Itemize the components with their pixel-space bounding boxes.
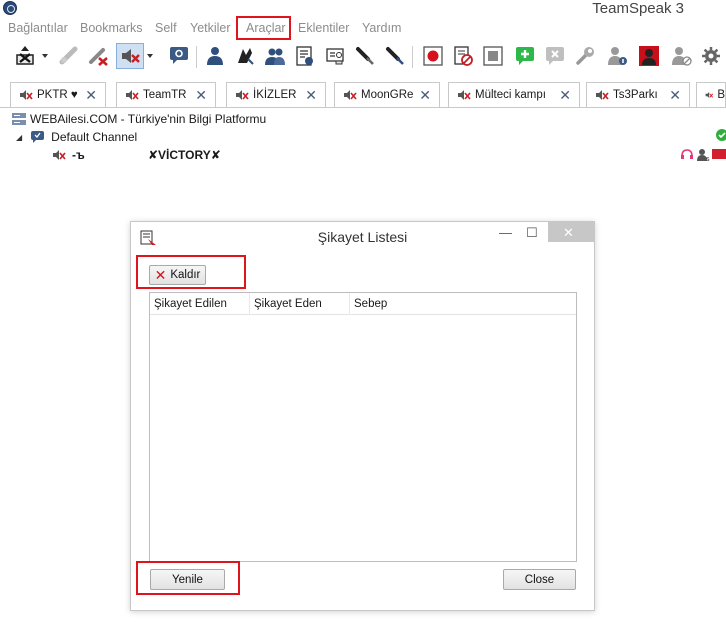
file-transfer-icon[interactable] xyxy=(352,43,378,69)
title-bar: TeamSpeak 3 xyxy=(0,0,726,18)
settings-tool-icon[interactable] xyxy=(572,43,598,69)
tab-server[interactable]: B xyxy=(696,82,726,107)
stop-icon[interactable] xyxy=(480,43,506,69)
menu-self[interactable]: Self xyxy=(155,21,177,35)
disconnect-icon[interactable] xyxy=(56,43,82,69)
complaint-icon[interactable] xyxy=(450,43,476,69)
permission-off-icon[interactable] xyxy=(668,43,694,69)
server-group-icon: s xyxy=(697,148,711,165)
connect-dropdown-arrow-icon[interactable] xyxy=(42,54,48,58)
add-icon[interactable] xyxy=(512,43,538,69)
download-icon[interactable] xyxy=(382,43,408,69)
toolbar xyxy=(0,40,726,74)
tab-label: İKİZLER xyxy=(253,89,297,101)
server-info-icon[interactable] xyxy=(292,43,318,69)
muted-speaker-icon xyxy=(126,90,139,100)
muted-speaker-icon xyxy=(344,90,357,100)
close-icon[interactable]: ✕ xyxy=(563,225,574,241)
connect-icon[interactable] xyxy=(12,43,38,69)
record-icon[interactable] xyxy=(420,43,446,69)
client-name: ✘VİCTORY✘ xyxy=(148,148,221,162)
gear-icon[interactable] xyxy=(698,43,724,69)
svg-text:s: s xyxy=(706,155,710,162)
server-icon xyxy=(12,113,26,125)
server-row[interactable]: WEBAilesi.COM - Türkiye'nin Bilgi Platfo… xyxy=(12,111,266,127)
toolbar-separator xyxy=(196,46,197,68)
ban-list-icon[interactable] xyxy=(232,43,258,69)
tab-server[interactable]: Mülteci kampı ✕ xyxy=(448,82,580,107)
tab-label: Mülteci kampı xyxy=(475,89,546,101)
minimize-icon[interactable]: — xyxy=(499,225,512,240)
column-header-reported[interactable]: Şikayet Edilen xyxy=(150,293,250,315)
tab-server[interactable]: TeamTR ✕ xyxy=(116,82,216,107)
column-header-reporter[interactable]: Şikayet Eden xyxy=(250,293,350,315)
tab-close-icon[interactable]: ✕ xyxy=(559,87,571,104)
channel-ok-icon xyxy=(716,129,726,144)
tab-label: MoonGRe xyxy=(361,89,414,101)
country-flag-icon xyxy=(712,149,726,159)
tab-close-icon[interactable]: ✕ xyxy=(305,87,317,104)
channel-row[interactable]: ◢ Default Channel xyxy=(16,129,137,145)
remove-button-highlight xyxy=(136,255,246,289)
server-tabs: PKTR ♥ ✕ TeamTR ✕ İKİZLER ✕ MoonGRe ✕ Mü… xyxy=(0,80,726,108)
remove-icon[interactable] xyxy=(542,43,568,69)
tab-close-icon[interactable]: ✕ xyxy=(85,87,97,104)
tab-label: PKTR ♥ xyxy=(37,89,78,101)
tab-close-icon[interactable]: ✕ xyxy=(669,87,681,104)
tab-label: TeamTR xyxy=(143,89,187,101)
muted-speaker-icon xyxy=(458,90,471,100)
menu-plugins[interactable]: Eklentiler xyxy=(298,21,349,35)
dialog-title-bar: Şikayet Listesi — ☐ ✕ xyxy=(131,222,594,252)
app-title: TeamSpeak 3 xyxy=(592,0,684,17)
contacts-icon[interactable] xyxy=(202,43,228,69)
channel-icon xyxy=(31,131,45,143)
tab-close-icon[interactable]: ✕ xyxy=(195,87,207,104)
avatar-icon[interactable] xyxy=(636,43,662,69)
client-info-icon[interactable] xyxy=(604,43,630,69)
complaint-table[interactable]: Şikayet Edilen Şikayet Eden Sebep xyxy=(149,292,577,562)
muted-speaker-icon xyxy=(596,90,609,100)
headset-icon xyxy=(680,148,694,165)
menu-bookmarks[interactable]: Bookmarks xyxy=(80,21,143,35)
tab-close-icon[interactable]: ✕ xyxy=(419,87,431,104)
tools-menu-highlight xyxy=(236,16,291,40)
tab-server[interactable]: MoonGRe ✕ xyxy=(334,82,440,107)
server-name: WEBAilesi.COM - Türkiye'nin Bilgi Platfo… xyxy=(30,112,267,126)
mute-dropdown-arrow-icon[interactable] xyxy=(147,54,153,58)
client-row[interactable]: -ъ xyxy=(52,147,85,163)
tab-server[interactable]: İKİZLER ✕ xyxy=(226,82,326,107)
menu-bar: Bağlantılar Bookmarks Self Yetkiler Araç… xyxy=(0,18,726,40)
menu-help[interactable]: Yardım xyxy=(362,21,401,35)
muted-speaker-icon xyxy=(20,90,33,100)
client-nickname: -ъ xyxy=(72,148,85,162)
permissions-icon[interactable] xyxy=(322,43,348,69)
expand-arrow-icon[interactable]: ◢ xyxy=(16,133,22,142)
menu-connections[interactable]: Bağlantılar xyxy=(8,21,68,35)
dialog-title: Şikayet Listesi xyxy=(317,229,408,245)
privilege-key-icon[interactable] xyxy=(262,43,288,69)
tab-server[interactable]: Ts3Parkı ✕ xyxy=(586,82,690,107)
chat-icon[interactable] xyxy=(166,43,192,69)
close-button[interactable]: Close xyxy=(503,569,576,590)
menu-permissions[interactable]: Yetkiler xyxy=(190,21,231,35)
refresh-button-highlight xyxy=(136,561,240,595)
tab-server[interactable]: PKTR ♥ ✕ xyxy=(10,82,106,107)
column-header-reason[interactable]: Sebep xyxy=(350,293,576,315)
away-icon[interactable] xyxy=(86,43,112,69)
complaint-list-dialog: Şikayet Listesi — ☐ ✕ ✕ Kaldır Şikayet E… xyxy=(130,221,595,611)
muted-speaker-icon xyxy=(236,90,249,100)
teamspeak-logo-icon xyxy=(3,1,17,15)
channel-name: Default Channel xyxy=(51,130,138,144)
mute-microphone-icon[interactable] xyxy=(116,43,144,69)
teamspeak-window: TeamSpeak 3 Bağlantılar Bookmarks Self Y… xyxy=(0,0,726,623)
maximize-icon[interactable]: ☐ xyxy=(526,225,538,241)
tab-label: Ts3Parkı xyxy=(613,89,658,101)
muted-speaker-icon xyxy=(705,92,714,98)
muted-speaker-icon xyxy=(53,150,66,160)
tab-label: B xyxy=(717,89,725,101)
toolbar-separator xyxy=(412,46,413,68)
table-header: Şikayet Edilen Şikayet Eden Sebep xyxy=(150,293,576,315)
